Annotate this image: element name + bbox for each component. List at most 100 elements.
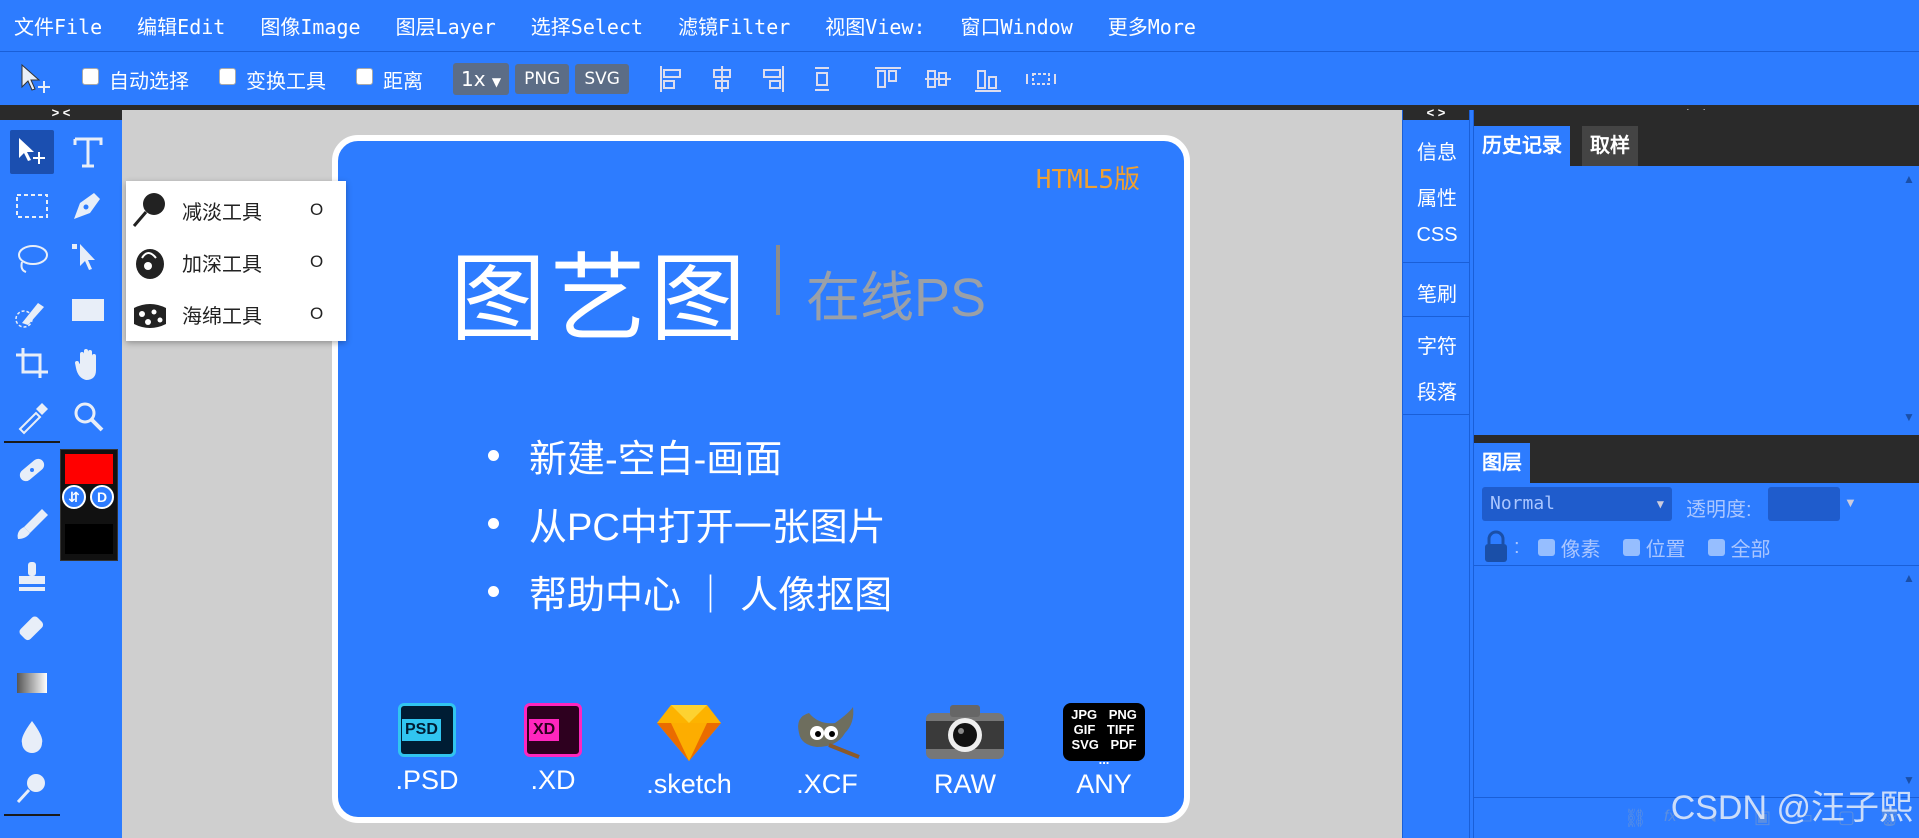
transform-checkbox[interactable]: 变换工具 (219, 65, 326, 94)
checkbox-box[interactable] (82, 67, 99, 85)
auto-select-checkbox[interactable]: 自动选择 (82, 65, 189, 94)
format-item-raw[interactable]: RAW (910, 703, 1020, 800)
format-label: .XCF (796, 769, 858, 799)
distribute-h-icon[interactable] (1023, 64, 1059, 94)
eyedropper-tool-button[interactable] (10, 395, 54, 439)
camera-icon (926, 705, 1004, 759)
tab-layers[interactable]: 图层 (1474, 443, 1530, 483)
format-item-sketch[interactable]: .sketch (634, 703, 744, 800)
panel-tabbar (1474, 435, 1919, 483)
bandage-icon (19, 458, 45, 482)
align-center-v-icon[interactable] (923, 64, 953, 94)
format-item-xcf[interactable]: .XCF (772, 703, 882, 800)
history-scrollbar[interactable]: ▲ ▼ (1899, 166, 1919, 426)
align-bottom-icon[interactable] (973, 64, 1003, 94)
open-from-pc-link[interactable]: 从PC中打开一张图片 (529, 496, 886, 551)
start-link-item: 从PC中打开一张图片 (488, 489, 892, 557)
opacity-dropdown-icon[interactable]: ▼ (1844, 495, 1857, 510)
gradient-tool-button[interactable] (10, 660, 54, 704)
checkbox-box[interactable] (1707, 538, 1725, 556)
format-item-any[interactable]: JPG PNG GIF TIFF SVG PDF ... ANY (1054, 703, 1154, 800)
help-center-link[interactable]: 帮助中心 ｜ 人像抠图 (529, 564, 892, 619)
sponge-tool-item[interactable]: 海绵工具 O (126, 288, 346, 340)
background-color[interactable] (65, 524, 113, 554)
tab-history[interactable]: 历史记录 (1474, 126, 1570, 166)
properties-panel-button[interactable]: 属性 (1403, 182, 1471, 211)
menu-edit[interactable]: 编辑Edit (137, 11, 225, 40)
scroll-down-icon[interactable]: ▼ (1903, 410, 1915, 424)
distance-checkbox[interactable]: 距离 (356, 65, 423, 94)
shape-tool-button[interactable] (66, 289, 110, 333)
brush-panel-button[interactable]: 笔刷 (1403, 278, 1471, 307)
lasso-tool-button[interactable] (10, 236, 54, 280)
crop-tool-button[interactable] (10, 342, 54, 386)
new-blank-link[interactable]: 新建-空白-画面 (529, 428, 782, 483)
marquee-tool-button[interactable] (10, 183, 54, 227)
menu-more[interactable]: 更多More (1108, 11, 1196, 40)
blur-tool-button[interactable] (10, 713, 54, 757)
info-panel-button[interactable]: 信息 (1403, 136, 1471, 165)
export-png-button[interactable]: PNG (515, 64, 570, 94)
menu-image[interactable]: 图像Image (260, 11, 360, 40)
checkbox-box[interactable] (219, 67, 236, 85)
quick-select-tool-button[interactable] (10, 289, 54, 333)
layers-panel: 图层 Normal ▼ 透明度: ▼ : 像素 位置 全部 ▲ ▼ ⛓ fx ◐… (1473, 435, 1919, 838)
zoom-select[interactable]: 1x ▼ (453, 63, 510, 95)
left-collapse-bar[interactable]: > < (0, 105, 122, 120)
quick-select-icon (15, 303, 44, 328)
hand-tool-button[interactable] (66, 342, 110, 386)
menu-select[interactable]: 选择Select (531, 11, 643, 40)
foreground-color[interactable] (65, 454, 113, 484)
tab-sample[interactable]: 取样 (1582, 126, 1638, 166)
menu-layer[interactable]: 图层Layer (396, 11, 496, 40)
stamp-tool-button[interactable] (10, 554, 54, 598)
swap-colors-button[interactable]: ⇵ (62, 485, 86, 509)
align-left-icon[interactable] (657, 64, 687, 94)
scroll-up-icon[interactable]: ▲ (1903, 172, 1915, 186)
path-select-tool-button[interactable] (66, 236, 110, 280)
checkbox-box[interactable] (356, 67, 373, 85)
align-center-h-icon[interactable] (707, 64, 737, 94)
lock-pixels-checkbox[interactable]: 像素 (1537, 533, 1601, 562)
lock-icon (1485, 530, 1507, 562)
checkbox-box[interactable] (1537, 538, 1555, 556)
align-top-icon[interactable] (873, 64, 903, 94)
checkbox-box[interactable] (1622, 538, 1640, 556)
menu-filter[interactable]: 滤镜Filter (678, 11, 790, 40)
paragraph-panel-button[interactable]: 段落 (1403, 376, 1471, 405)
default-colors-button[interactable]: D (90, 485, 114, 509)
format-item-psd[interactable]: PSD .PSD (384, 703, 470, 796)
tool-palette: ⇵ D (0, 120, 122, 838)
zoom-tool-button[interactable] (66, 395, 110, 439)
dodge-tool-button[interactable] (10, 766, 54, 810)
blend-mode-select[interactable]: Normal ▼ (1482, 487, 1672, 521)
export-svg-button[interactable]: SVG (575, 64, 629, 94)
move-tool-button[interactable] (10, 130, 54, 174)
opacity-input[interactable] (1768, 487, 1840, 521)
link-layers-icon[interactable]: ⛓ (1624, 808, 1647, 829)
scroll-up-icon[interactable]: ▲ (1903, 571, 1915, 585)
pen-tool-button[interactable] (66, 183, 110, 227)
move-tool-icon[interactable] (18, 61, 54, 97)
menu-view[interactable]: 视图View: (825, 11, 925, 40)
text-tool-button[interactable] (66, 130, 110, 174)
align-right-icon[interactable] (757, 64, 787, 94)
menu-file[interactable]: 文件File (14, 11, 102, 40)
start-link-item: 帮助中心 ｜ 人像抠图 (488, 557, 892, 625)
eraser-tool-button[interactable] (10, 607, 54, 651)
layers-scrollbar[interactable]: ▲ ▼ (1899, 567, 1919, 787)
format-item-xd[interactable]: XD .XD (510, 703, 596, 796)
menu-window[interactable]: 窗口Window (961, 11, 1073, 40)
lock-position-checkbox[interactable]: 位置 (1622, 533, 1686, 562)
healing-tool-button[interactable] (10, 448, 54, 492)
burn-tool-item[interactable]: 加深工具 O (126, 236, 346, 288)
distribute-v-icon[interactable] (807, 64, 837, 94)
brush-tool-button[interactable] (10, 501, 54, 545)
css-panel-button[interactable]: CSS (1403, 224, 1471, 247)
stamp-icon (19, 562, 45, 591)
panel-separator (1403, 316, 1469, 317)
lock-all-checkbox[interactable]: 全部 (1707, 533, 1771, 562)
watermark: CSDN @汪子熙 (1670, 789, 1913, 827)
character-panel-button[interactable]: 字符 (1403, 330, 1471, 359)
dodge-tool-item[interactable]: 减淡工具 O (126, 184, 346, 236)
